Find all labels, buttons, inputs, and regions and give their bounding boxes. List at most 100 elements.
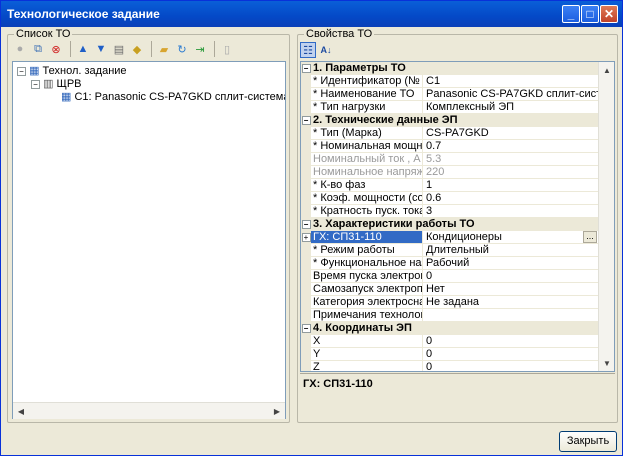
- property-row[interactable]: Номинальный ток , А 5.3: [301, 153, 598, 166]
- property-value[interactable]: Нет: [423, 283, 598, 295]
- property-row[interactable]: X0: [301, 335, 598, 348]
- property-value[interactable]: 0.7: [423, 140, 598, 152]
- tree-view[interactable]: − ▦ Технол. задание − ▥ ЩРВ ▦ С1: Panaso…: [12, 61, 286, 419]
- refresh-icon[interactable]: ↻: [174, 41, 190, 57]
- property-name: Самозапуск электроприе: [313, 283, 423, 295]
- property-row[interactable]: Номинальное напряжение220: [301, 166, 598, 179]
- category-row[interactable]: −4. Координаты ЭП: [301, 322, 598, 335]
- move-up-icon[interactable]: ▲: [75, 41, 91, 57]
- property-name: * Тип (Марка): [311, 127, 423, 139]
- move-down-icon[interactable]: ▼: [93, 41, 109, 57]
- property-value[interactable]: [423, 309, 598, 321]
- property-name: Примечания технолога/О: [313, 309, 423, 321]
- property-value[interactable]: Panasonic CS-PA7GKD сплит-система: [423, 88, 598, 100]
- add-icon[interactable]: ●: [12, 41, 28, 57]
- property-value[interactable]: Не задана: [423, 296, 598, 308]
- export-icon[interactable]: ⇥: [192, 41, 208, 57]
- row-gutter: [301, 309, 311, 322]
- sort-alphabetical-icon[interactable]: A↓: [318, 42, 334, 58]
- collapse-icon[interactable]: −: [301, 322, 311, 335]
- property-row[interactable]: * Кратность пуск. тока 3: [301, 205, 598, 218]
- property-value[interactable]: 5.3: [423, 153, 598, 165]
- scroll-left-icon[interactable]: ◀: [13, 403, 29, 419]
- property-name: * Идентификатор (№ ТО): [311, 75, 423, 87]
- category-row[interactable]: −2. Технические данные ЭП: [301, 114, 598, 127]
- copy-icon[interactable]: ⧉: [30, 41, 46, 57]
- collapse-icon[interactable]: −: [301, 62, 311, 75]
- to-list-group: Список ТО ● ⧉ ⊗ ▲ ▼ ▤ ◆ ▰ ↻ ⇥ ▯ − ▦ Техн…: [7, 28, 290, 423]
- maximize-button[interactable]: □: [581, 5, 599, 23]
- property-value[interactable]: 220: [423, 166, 598, 178]
- category-row[interactable]: −3. Характеристики работы ТО: [301, 218, 598, 231]
- close-window-button[interactable]: ✕: [600, 5, 618, 23]
- property-row[interactable]: Категория электроснабжНе задана: [301, 296, 598, 309]
- property-grid[interactable]: −1. Параметры ТО* Идентификатор (№ ТО)С1…: [300, 61, 615, 372]
- property-value[interactable]: 0.6: [423, 192, 598, 204]
- property-value[interactable]: 3: [423, 205, 598, 217]
- minimize-button[interactable]: _: [562, 5, 580, 23]
- property-value[interactable]: Рабочий: [423, 257, 598, 269]
- property-value[interactable]: 0: [423, 270, 598, 282]
- property-value[interactable]: С1: [423, 75, 598, 87]
- tree-item-label: Технол. задание: [42, 65, 127, 77]
- property-name: ГХ: СП31-110: [311, 231, 423, 243]
- toolbar-separator: [214, 41, 215, 57]
- property-value[interactable]: 0: [423, 348, 598, 360]
- property-row[interactable]: Z0: [301, 361, 598, 371]
- property-row[interactable]: Y0: [301, 348, 598, 361]
- property-row[interactable]: Примечания технолога/О: [301, 309, 598, 322]
- title-bar[interactable]: Технологическое задание: [1, 1, 622, 27]
- scroll-down-icon[interactable]: ▼: [599, 355, 614, 371]
- row-gutter: [301, 179, 311, 192]
- close-button[interactable]: Закрыть: [559, 431, 617, 452]
- tree-item-root[interactable]: − ▦ Технол. задание: [17, 65, 127, 78]
- scroll-up-icon[interactable]: ▲: [599, 62, 614, 78]
- row-gutter: [301, 166, 311, 179]
- property-value[interactable]: CS-PA7GKD: [423, 127, 598, 139]
- property-row[interactable]: * Идентификатор (№ ТО)С1: [301, 75, 598, 88]
- package-icon[interactable]: ◆: [129, 41, 145, 57]
- collapse-icon[interactable]: −: [301, 114, 311, 127]
- property-value[interactable]: 1: [423, 179, 598, 191]
- property-name: * Режим работы: [311, 244, 423, 256]
- property-row[interactable]: * Коэф. мощности (cos), с0.6: [301, 192, 598, 205]
- property-value[interactable]: Комплексный ЭП: [423, 101, 598, 113]
- document-icon[interactable]: ▯: [219, 41, 235, 57]
- property-row[interactable]: * Режим работы Длительный: [301, 244, 598, 257]
- property-row[interactable]: * Тип нагрузки Комплексный ЭП: [301, 101, 598, 114]
- property-name: * Номинальная мощность: [313, 140, 423, 152]
- expand-icon[interactable]: +: [301, 231, 311, 244]
- database-icon[interactable]: ▤: [111, 41, 127, 57]
- row-gutter: [301, 361, 311, 371]
- vertical-scrollbar[interactable]: ▲ ▼: [598, 62, 614, 371]
- property-row[interactable]: Время пуска электропри0: [301, 270, 598, 283]
- row-gutter: [301, 140, 311, 153]
- delete-icon[interactable]: ⊗: [48, 41, 64, 57]
- collapse-icon[interactable]: −: [31, 80, 40, 89]
- property-name: Номинальное напряжение: [311, 166, 423, 178]
- property-name: Y: [311, 348, 423, 360]
- scroll-right-icon[interactable]: ▶: [269, 403, 285, 419]
- property-row[interactable]: * К-во фаз 1: [301, 179, 598, 192]
- category-row[interactable]: −1. Параметры ТО: [301, 62, 598, 75]
- categorized-icon[interactable]: ☷: [300, 42, 316, 58]
- tree-item-c1[interactable]: ▦ С1: Panasonic CS-PA7GKD сплит-система;…: [61, 91, 285, 104]
- tree-item-shrv[interactable]: − ▥ ЩРВ: [31, 78, 82, 91]
- property-row[interactable]: * Тип (Марка) CS-PA7GKD: [301, 127, 598, 140]
- property-value[interactable]: 0: [423, 361, 598, 371]
- property-row[interactable]: * Наименование ТО Panasonic CS-PA7GKD спл…: [301, 88, 598, 101]
- horizontal-scrollbar[interactable]: ◀ ▶: [13, 402, 285, 419]
- collapse-icon[interactable]: −: [17, 67, 26, 76]
- description-title: ГХ: СП31-110: [303, 378, 373, 390]
- property-value[interactable]: 0: [423, 335, 598, 347]
- browse-button[interactable]: ...: [583, 231, 597, 243]
- property-row[interactable]: + ГХ: СП31-110 Кондиционеры...: [301, 231, 598, 244]
- property-value[interactable]: Кондиционеры: [423, 231, 582, 243]
- open-folder-icon[interactable]: ▰: [156, 41, 172, 57]
- property-row[interactable]: * Функциональное назнаРабочий: [301, 257, 598, 270]
- row-gutter: [301, 88, 311, 101]
- property-value[interactable]: Длительный: [423, 244, 598, 256]
- property-row[interactable]: Самозапуск электроприеНет: [301, 283, 598, 296]
- property-row[interactable]: * Номинальная мощность0.7: [301, 140, 598, 153]
- collapse-icon[interactable]: −: [301, 218, 311, 231]
